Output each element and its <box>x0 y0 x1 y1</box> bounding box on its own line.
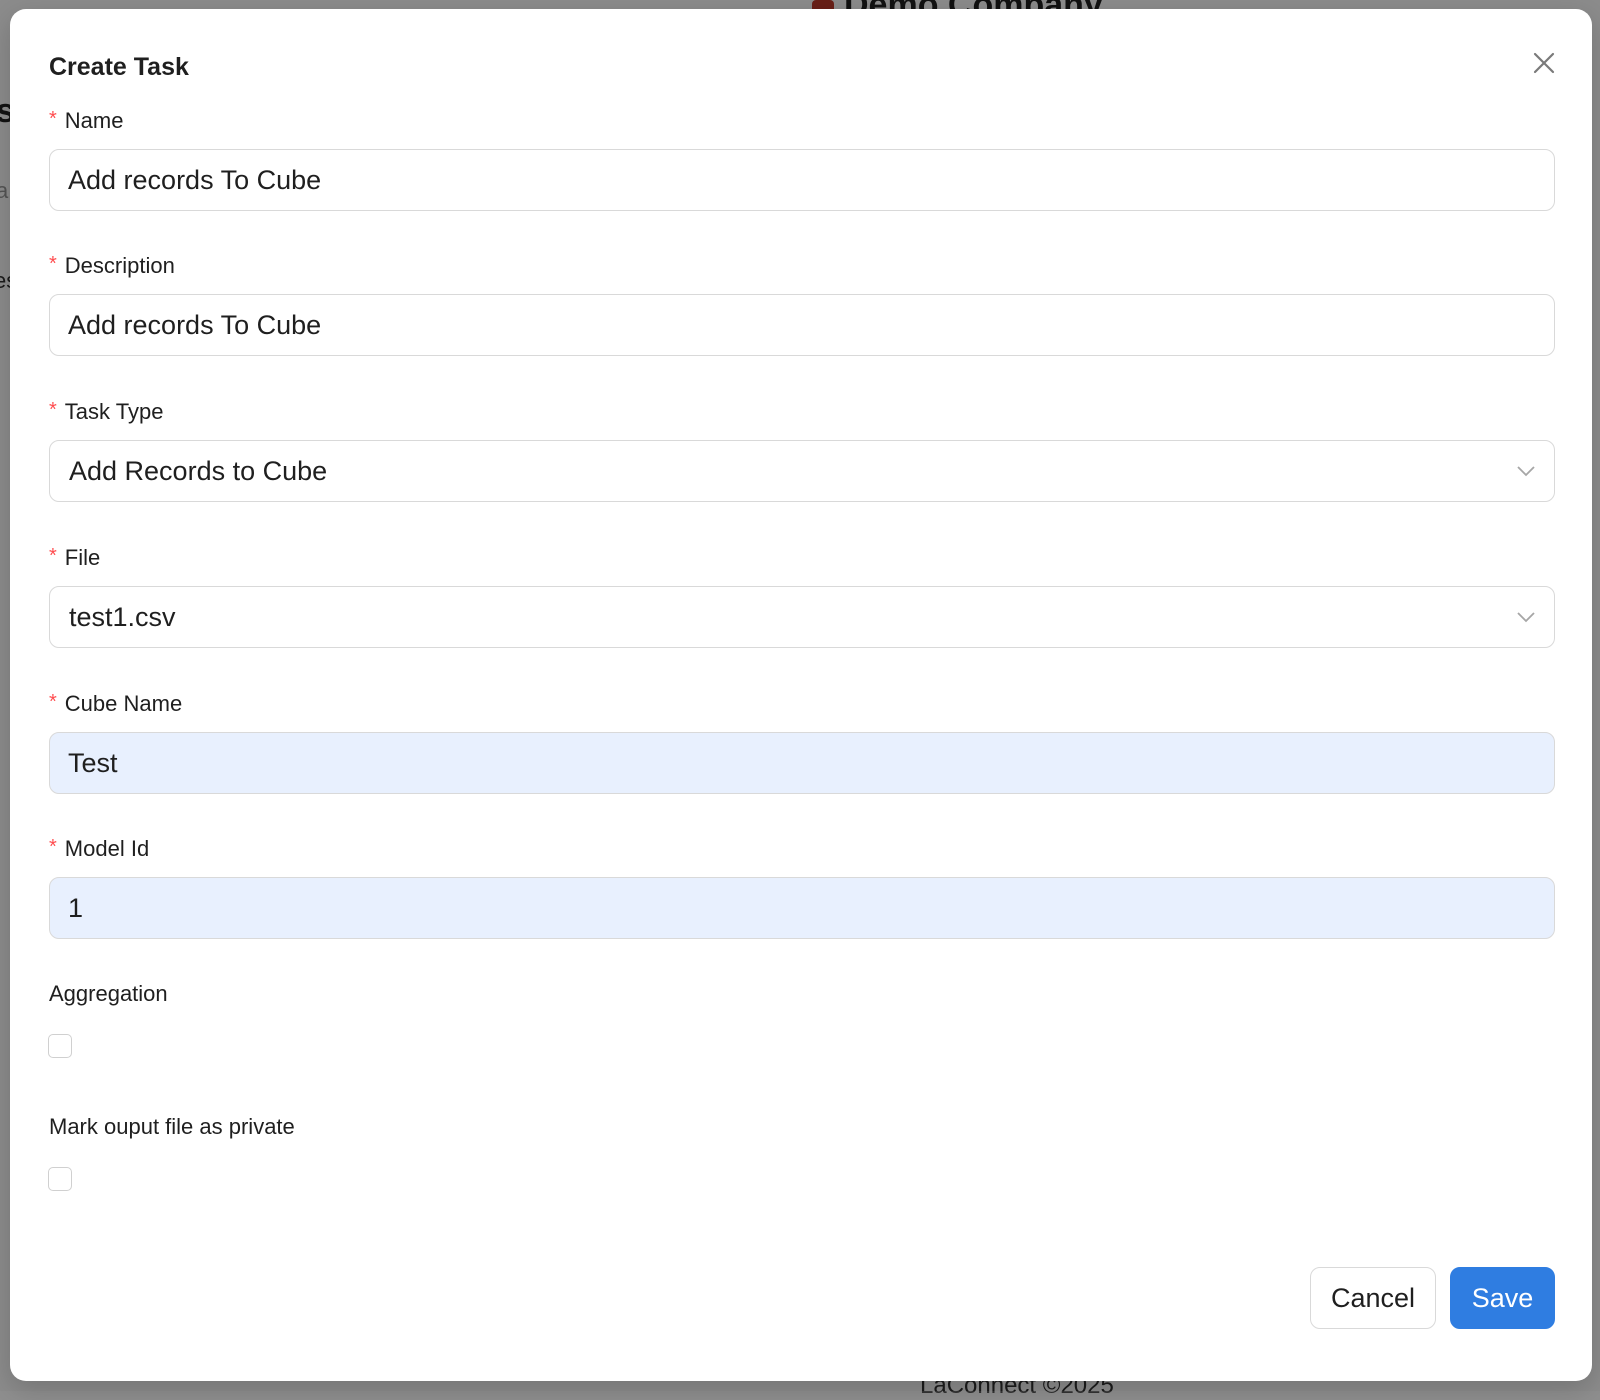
required-mark: * <box>49 691 57 713</box>
model-id-input[interactable] <box>49 877 1555 939</box>
mark-private-label: Mark ouput file as private <box>49 1114 295 1139</box>
task-type-label-text: Task Type <box>64 399 164 424</box>
name-label-text: Name <box>64 108 124 133</box>
save-button[interactable]: Save <box>1450 1267 1555 1329</box>
mark-private-checkbox[interactable] <box>48 1167 72 1191</box>
required-mark: * <box>49 399 57 421</box>
description-input[interactable] <box>49 294 1555 356</box>
required-mark: * <box>49 545 57 567</box>
chevron-down-icon <box>1517 466 1535 477</box>
description-label-text: Description <box>64 253 175 278</box>
name-label: * Name <box>49 108 123 134</box>
dialog-title: Create Task <box>49 53 189 81</box>
chevron-down-icon <box>1517 612 1535 623</box>
description-label: * Description <box>49 253 175 279</box>
create-task-dialog: Create Task * Name * Description * Task Typ… <box>10 9 1592 1381</box>
required-mark: * <box>49 108 57 130</box>
required-mark: * <box>49 253 57 275</box>
model-id-label-text: Model Id <box>64 836 150 861</box>
task-type-select[interactable]: Add Records to Cube <box>49 440 1555 502</box>
task-type-label: * Task Type <box>49 399 163 425</box>
cube-name-label: * Cube Name <box>49 691 182 717</box>
name-input[interactable] <box>49 149 1555 211</box>
file-label-text: File <box>64 545 101 570</box>
file-select[interactable]: test1.csv <box>49 586 1555 648</box>
file-selected-value: test1.csv <box>69 602 176 632</box>
aggregation-checkbox[interactable] <box>48 1034 72 1058</box>
cube-name-label-text: Cube Name <box>64 691 183 716</box>
model-id-label: * Model Id <box>49 836 149 862</box>
cancel-button[interactable]: Cancel <box>1310 1267 1436 1329</box>
aggregation-label: Aggregation <box>49 981 168 1006</box>
close-button[interactable] <box>1528 47 1560 79</box>
file-label: * File <box>49 545 100 571</box>
close-icon <box>1533 52 1555 74</box>
required-mark: * <box>49 836 57 858</box>
task-type-selected-value: Add Records to Cube <box>69 456 328 486</box>
cube-name-input[interactable] <box>49 732 1555 794</box>
